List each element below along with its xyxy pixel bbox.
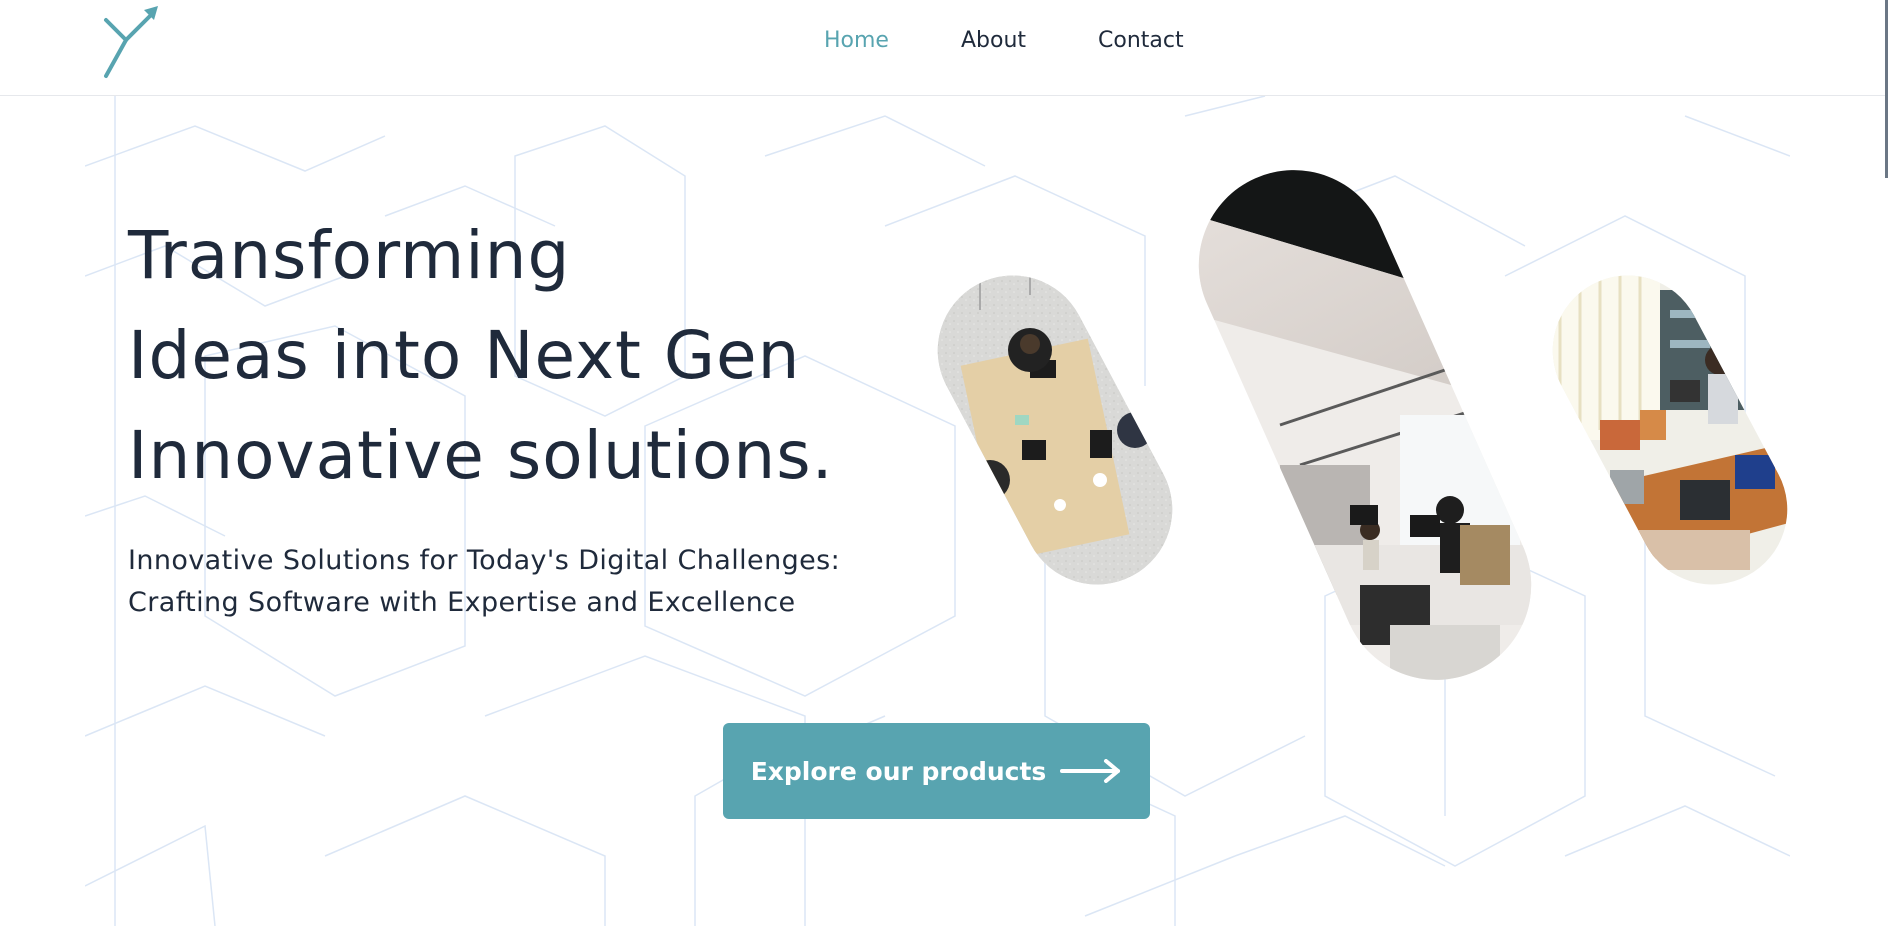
hero-title-line: Innovative solutions. — [128, 417, 834, 494]
hero-subtitle: Innovative Solutions for Today's Digital… — [128, 540, 840, 624]
hero-subtitle-line: Innovative Solutions for Today's Digital… — [128, 545, 841, 576]
arrow-y-logo-icon[interactable] — [100, 4, 162, 80]
nav-about[interactable]: About — [925, 24, 1062, 58]
nav-home[interactable]: Home — [788, 24, 925, 58]
open-office-interior-image — [1168, 165, 1560, 685]
office-meeting-aerial-image — [920, 270, 1190, 590]
explore-products-button[interactable]: Explore our products — [723, 723, 1150, 819]
hero-title-line: Ideas into Next Gen — [128, 317, 801, 394]
main-nav: Home About Contact — [788, 24, 1220, 58]
hero-subtitle-line: Crafting Software with Expertise and Exc… — [128, 587, 796, 618]
nav-contact[interactable]: Contact — [1062, 24, 1220, 58]
explore-products-label: Explore our products — [750, 756, 1047, 786]
site-header: Home About Contact — [0, 0, 1888, 96]
arrow-right-icon — [1060, 759, 1121, 783]
landing-page: Home About Contact Transforming Ideas in… — [0, 0, 1888, 926]
laptop-workspace-image — [1540, 270, 1800, 590]
hero-title: Transforming Ideas into Next Gen Innovat… — [128, 206, 834, 506]
hero-title-line: Transforming — [128, 217, 571, 294]
